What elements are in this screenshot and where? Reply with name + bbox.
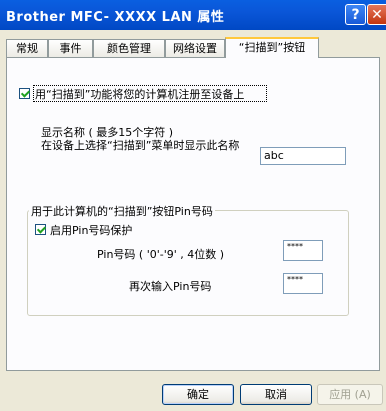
pin-label: Pin号码 ( '0'-'9' , 4位数 ) [97, 248, 225, 261]
tab-general[interactable]: 常规 [6, 39, 48, 57]
repeat-pin-label: 再次输入Pin号码 [129, 280, 212, 293]
register-checkbox-label[interactable]: 用“扫描到”功能将您的计算机注册至设备上 [35, 86, 244, 102]
tab-network-settings[interactable]: 网络设置 [165, 39, 225, 57]
apply-button[interactable]: 应用 (A) [317, 384, 383, 405]
enable-pin-checkbox[interactable] [35, 224, 46, 235]
cancel-button[interactable]: 取消 [240, 384, 312, 405]
tab-events[interactable]: 事件 [48, 39, 93, 57]
pin-group-title: 用于此计算机的“扫描到”按钮Pin号码 [29, 203, 215, 219]
display-name-hint: 在设备上选择“扫描到”菜单时显示此名称 [41, 139, 240, 152]
register-checkbox[interactable] [19, 88, 30, 99]
window-title: Brother MFC- XXXX LAN 属性 [6, 10, 225, 25]
tab-color-management[interactable]: 颜色管理 [93, 39, 165, 57]
pin-input[interactable]: **** [283, 240, 323, 261]
enable-pin-label[interactable]: 启用Pin号码保护 [50, 222, 132, 238]
tab-scan-to-button[interactable]: “扫描到”按钮 [225, 37, 319, 58]
title-bar: Brother MFC- XXXX LAN 属性 ? ✕ [0, 0, 386, 30]
tab-panel: 用“扫描到”功能将您的计算机注册至设备上 显示名称 ( 最多15个字符 ) 在设… [6, 57, 380, 371]
help-button[interactable]: ? [345, 4, 366, 25]
repeat-pin-input[interactable]: **** [283, 273, 323, 294]
ok-button[interactable]: 确定 [162, 384, 234, 405]
display-name-input[interactable]: abc [260, 147, 346, 165]
close-button[interactable]: ✕ [367, 4, 386, 25]
